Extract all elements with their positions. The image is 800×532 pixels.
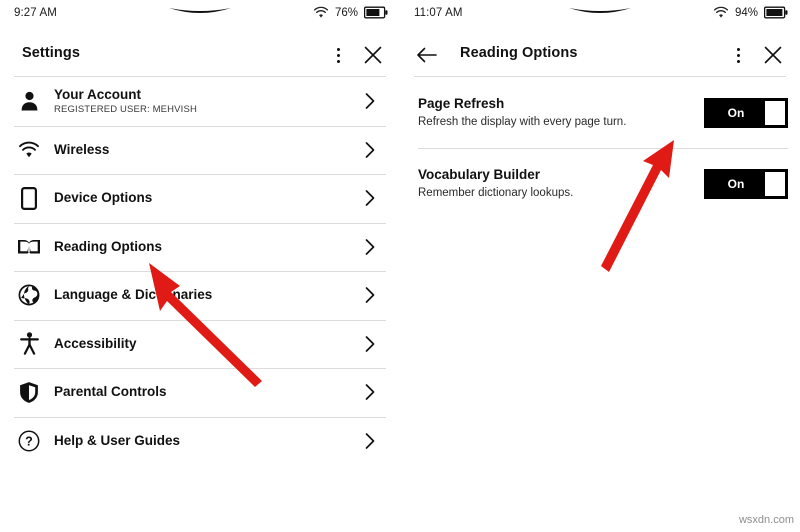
settings-item-text: Accessibility (54, 336, 364, 352)
status-bar-left: 9:27 AM 76% (0, 0, 400, 32)
option-label: Page Refresh (418, 95, 505, 111)
chevron-right-icon (365, 287, 375, 304)
option-row-page-refresh[interactable]: Page Refresh Refresh the display with ev… (400, 77, 800, 148)
settings-item-label: Reading Options (54, 238, 162, 254)
chevron-right-icon (365, 238, 375, 255)
option-row-vocabulary-builder[interactable]: Vocabulary Builder Remember dictionary l… (400, 148, 800, 219)
app-header-left: Settings (0, 32, 400, 77)
wifi-icon (313, 6, 329, 18)
option-text: Vocabulary Builder Remember dictionary l… (418, 167, 704, 200)
settings-item-text: Parental Controls (54, 384, 364, 400)
toggle-knob (765, 171, 785, 196)
toggle-state-label: On (727, 105, 745, 120)
book-icon (16, 237, 42, 256)
settings-item-wireless[interactable]: Wireless (0, 125, 400, 175)
person-icon (16, 91, 42, 112)
option-text: Page Refresh Refresh the display with ev… (418, 96, 704, 129)
settings-item-parental-controls[interactable]: Parental Controls (0, 368, 400, 417)
settings-item-accessibility[interactable]: Accessibility (0, 319, 400, 369)
kebab-menu-icon[interactable] (330, 45, 346, 65)
settings-item-reading-options[interactable]: Reading Options (0, 222, 400, 272)
settings-item-label: Help & User Guides (54, 432, 181, 448)
status-time: 9:27 AM (14, 7, 57, 19)
kebab-menu-icon[interactable] (730, 45, 746, 65)
page-refresh-toggle[interactable]: On (704, 97, 788, 128)
settings-item-text: Your Account REGISTERED USER: MEHVISH (54, 87, 364, 115)
close-icon[interactable] (362, 44, 384, 66)
settings-item-device-options[interactable]: Device Options (0, 174, 400, 223)
settings-item-text: Device Options (54, 190, 364, 206)
reading-options-screen: 11:07 AM 94% Reading Options Page Refres… (400, 0, 800, 532)
globe-icon (16, 284, 42, 306)
accessibility-icon (16, 332, 42, 355)
page-title: Settings (22, 45, 80, 61)
option-description: Remember dictionary lookups. (418, 186, 574, 199)
chevron-right-icon (365, 190, 375, 207)
svg-text:?: ? (25, 434, 33, 448)
settings-item-your-account[interactable]: Your Account REGISTERED USER: MEHVISH (0, 77, 400, 126)
settings-item-label: Parental Controls (54, 384, 167, 400)
status-time: 11:07 AM (414, 7, 463, 19)
wifi-icon (713, 6, 729, 18)
settings-item-sublabel: REGISTERED USER: MEHVISH (54, 104, 197, 115)
status-indicators-left: 76% (313, 6, 388, 19)
back-arrow-icon[interactable] (416, 46, 438, 64)
status-bar-right: 11:07 AM 94% (400, 0, 800, 32)
screenshot-root: 9:27 AM 76% Settings Your Account REGIST… (0, 0, 800, 532)
question-circle-icon: ? (16, 430, 42, 452)
toggle-knob (765, 100, 785, 125)
vocabulary-builder-toggle[interactable]: On (704, 168, 788, 199)
watermark: wsxdn.com (738, 514, 794, 526)
settings-item-text: Help & User Guides (54, 433, 364, 449)
app-header-right: Reading Options (400, 32, 800, 77)
settings-item-help-and-user-guides[interactable]: ? Help & User Guides (0, 416, 400, 466)
settings-screen: 9:27 AM 76% Settings Your Account REGIST… (0, 0, 400, 532)
settings-item-text: Wireless (54, 142, 364, 158)
wifi-icon (16, 141, 42, 159)
battery-percent: 76% (334, 6, 358, 19)
notch-chevron-icon (169, 8, 231, 13)
device-icon (16, 186, 42, 210)
status-indicators-right: 94% (713, 6, 788, 19)
settings-item-label: Language & Dictionaries (54, 287, 213, 303)
chevron-right-icon (365, 93, 375, 110)
battery-icon (364, 6, 388, 19)
option-description: Refresh the display with every page turn… (418, 115, 627, 128)
chevron-right-icon (365, 432, 375, 449)
chevron-right-icon (365, 335, 375, 352)
notch-chevron-icon (569, 8, 631, 13)
reading-options-list: Page Refresh Refresh the display with ev… (400, 77, 800, 219)
settings-item-label: Device Options (54, 190, 153, 206)
battery-icon (764, 6, 788, 19)
settings-item-language-and-dictionaries[interactable]: Language & Dictionaries (0, 271, 400, 320)
close-icon[interactable] (762, 44, 784, 66)
chevron-right-icon (365, 384, 375, 401)
shield-icon (16, 381, 42, 404)
option-label: Vocabulary Builder (418, 166, 541, 182)
battery-percent: 94% (734, 6, 758, 19)
settings-item-label: Wireless (54, 141, 110, 157)
settings-item-text: Reading Options (54, 239, 364, 255)
chevron-right-icon (365, 141, 375, 158)
toggle-state-label: On (727, 176, 745, 191)
settings-item-label: Accessibility (54, 335, 137, 351)
settings-item-label: Your Account (54, 87, 141, 103)
settings-item-text: Language & Dictionaries (54, 287, 364, 303)
page-title: Reading Options (460, 45, 578, 61)
settings-list: Your Account REGISTERED USER: MEHVISH Wi… (0, 77, 400, 465)
